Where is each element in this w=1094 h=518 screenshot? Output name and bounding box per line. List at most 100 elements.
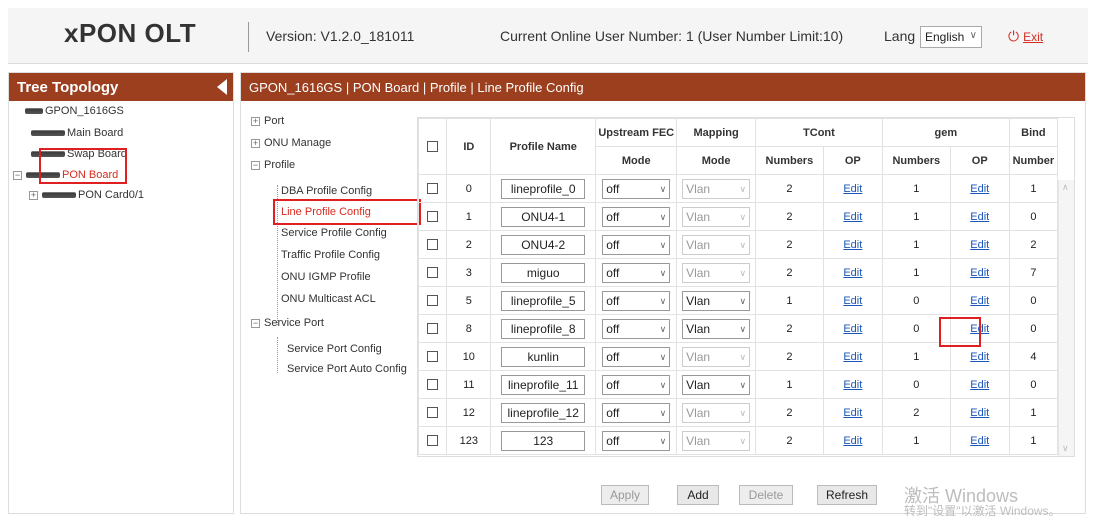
row-name-cell: lineprofile_8 [490, 314, 597, 343]
menu-onu-igmp-profile[interactable]: ONU IGMP Profile [281, 271, 371, 283]
expand-icon[interactable]: + [251, 116, 260, 126]
tree-topology-title: Tree Topology [17, 79, 119, 96]
upstream-fec-select[interactable]: off ∨ [602, 346, 671, 367]
scroll-down-icon[interactable]: ∨ [1062, 443, 1069, 454]
profile-name-input[interactable]: kunlin [501, 346, 586, 367]
profile-name-input[interactable]: ONU4-1 [501, 206, 586, 227]
collapse-icon[interactable]: − [251, 160, 260, 170]
collapse-icon[interactable]: − [251, 318, 260, 328]
menu-service-port-config[interactable]: Service Port Config [287, 343, 382, 355]
language-select[interactable]: English ∨ [920, 26, 982, 48]
profile-name-input[interactable]: miguo [501, 262, 586, 283]
delete-button[interactable]: Delete [739, 485, 793, 505]
row-checkbox[interactable] [427, 183, 439, 195]
chevron-down-icon: ∨ [739, 379, 747, 390]
menu-onu-manage[interactable]: + ONU Manage [251, 137, 331, 149]
menu-port[interactable]: + Port [251, 115, 284, 127]
upstream-fec-select[interactable]: off ∨ [602, 178, 671, 199]
tree-node-root[interactable]: GPON_1616GS [25, 105, 124, 117]
table-scrollbar[interactable]: ∧ ∨ [1058, 180, 1074, 456]
upstream-fec-select[interactable]: off ∨ [602, 206, 671, 227]
table-row: 11 lineprofile_11 off ∨ Vlan ∨ 1 Edit 0 Edit 0 [417, 370, 1059, 399]
upstream-fec-select[interactable]: off ∨ [602, 318, 671, 339]
refresh-button[interactable]: Refresh [817, 485, 877, 505]
upstream-fec-value: off [606, 321, 620, 336]
upstream-fec-select[interactable]: off ∨ [602, 374, 671, 395]
menu-onu-multicast-acl[interactable]: ONU Multicast ACL [281, 293, 376, 305]
tcont-edit-link[interactable]: Edit [843, 379, 862, 391]
profile-name-input[interactable]: lineprofile_5 [501, 290, 586, 311]
upstream-fec-select[interactable]: off ∨ [602, 402, 671, 423]
row-fec-cell: off ∨ [595, 398, 678, 427]
menu-service-port[interactable]: − Service Port [251, 317, 324, 329]
menu-service-port-auto-config[interactable]: Service Port Auto Config [287, 363, 407, 375]
tcont-edit-link[interactable]: Edit [843, 407, 862, 419]
menu-profile[interactable]: − Profile [251, 159, 295, 171]
row-bind-number: 0 [1008, 314, 1059, 343]
upstream-fec-select[interactable]: off ∨ [602, 262, 671, 283]
row-checkbox[interactable] [427, 267, 439, 279]
gem-edit-link[interactable]: Edit [970, 239, 989, 251]
mapping-mode-select[interactable]: Vlan ∨ [682, 374, 751, 395]
tcont-edit-link[interactable]: Edit [843, 211, 862, 223]
select-all-checkbox[interactable] [427, 141, 439, 153]
gem-edit-link[interactable]: Edit [970, 211, 989, 223]
row-checkbox[interactable] [427, 407, 439, 419]
tree-node-main-board[interactable]: Main Board [31, 127, 123, 139]
add-button[interactable]: Add [677, 485, 719, 505]
gem-edit-link[interactable]: Edit [970, 379, 989, 391]
upstream-fec-select[interactable]: off ∨ [602, 290, 671, 311]
row-checkbox[interactable] [427, 351, 439, 363]
row-fec-cell: off ∨ [595, 174, 678, 203]
row-checkbox[interactable] [427, 323, 439, 335]
row-checkbox[interactable] [427, 295, 439, 307]
gem-edit-link[interactable]: Edit [970, 295, 989, 307]
tree-node-pon-card[interactable]: + PON Card0/1 [29, 189, 144, 201]
gem-edit-link[interactable]: Edit [970, 435, 989, 447]
mapping-mode-select[interactable]: Vlan ∨ [682, 318, 751, 339]
gem-edit-link[interactable]: Edit [970, 407, 989, 419]
gem-edit-link[interactable]: Edit [970, 267, 989, 279]
profile-name-input[interactable]: lineprofile_11 [501, 374, 586, 395]
tcont-edit-link[interactable]: Edit [843, 239, 862, 251]
profile-name-input[interactable]: lineprofile_8 [501, 318, 586, 339]
exit-link[interactable]: ⏻ Exit [1008, 28, 1043, 45]
expand-icon[interactable]: + [251, 138, 260, 148]
row-id: 12 [446, 398, 492, 427]
menu-service-profile[interactable]: Service Profile Config [281, 227, 387, 239]
upstream-fec-select[interactable]: off ∨ [602, 430, 671, 451]
col-tcont-numbers: Numbers [754, 146, 824, 175]
tcont-edit-link[interactable]: Edit [843, 267, 862, 279]
row-tcont-op-cell: Edit [822, 230, 883, 259]
profile-name-input[interactable]: ONU4-2 [501, 234, 586, 255]
exit-label: Exit [1023, 30, 1044, 44]
tcont-edit-link[interactable]: Edit [843, 295, 862, 307]
mapping-mode-value: Vlan [686, 321, 711, 336]
row-checkbox[interactable] [427, 211, 439, 223]
profile-name-input[interactable]: lineprofile_12 [501, 402, 586, 423]
row-gem-op-cell: Edit [949, 258, 1010, 287]
tcont-edit-link[interactable]: Edit [843, 351, 862, 363]
tree-guide-line [277, 337, 278, 373]
collapse-left-icon[interactable] [217, 79, 227, 95]
upstream-fec-select[interactable]: off ∨ [602, 234, 671, 255]
gem-edit-link[interactable]: Edit [970, 183, 989, 195]
chevron-down-icon: ∨ [739, 351, 747, 362]
tcont-edit-link[interactable]: Edit [843, 435, 862, 447]
collapse-icon[interactable]: − [13, 170, 22, 180]
tcont-edit-link[interactable]: Edit [843, 323, 862, 335]
row-checkbox[interactable] [427, 435, 439, 447]
gem-edit-link[interactable]: Edit [970, 351, 989, 363]
row-checkbox[interactable] [427, 379, 439, 391]
tcont-edit-link[interactable]: Edit [843, 183, 862, 195]
apply-button[interactable]: Apply [601, 485, 649, 505]
expand-icon[interactable]: + [29, 190, 38, 200]
mapping-mode-select[interactable]: Vlan ∨ [682, 290, 751, 311]
scroll-up-icon[interactable]: ∧ [1062, 182, 1069, 193]
profile-name-input[interactable]: 123 [501, 430, 586, 451]
tree-topology-panel: Tree Topology GPON_1616GS Main Board Swa… [8, 72, 234, 514]
menu-traffic-profile[interactable]: Traffic Profile Config [281, 249, 380, 261]
profile-name-input[interactable]: lineprofile_0 [501, 178, 586, 199]
menu-dba-profile[interactable]: DBA Profile Config [281, 185, 372, 197]
row-checkbox[interactable] [427, 239, 439, 251]
